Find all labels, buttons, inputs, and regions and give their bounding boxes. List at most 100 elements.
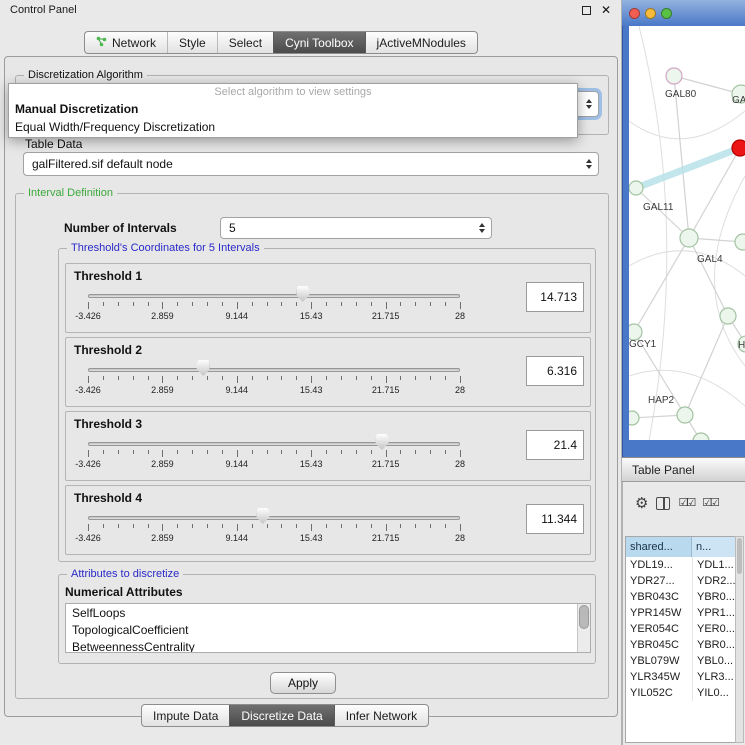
network-node[interactable] [677, 407, 693, 423]
table-row[interactable]: YIL052CYIL0... [626, 685, 736, 701]
list-item[interactable]: BetweennessCentrality [66, 639, 577, 653]
threshold-4-slider[interactable]: -3.4262.8599.14415.4321.71528 [88, 508, 460, 554]
slider-tick [400, 302, 401, 306]
dropdown-option-equal-width-frequency[interactable]: Equal Width/Frequency Discretization [9, 118, 577, 136]
table-row[interactable]: YBR043CYBR0... [626, 589, 736, 605]
list-item[interactable]: TopologicalCoefficient [66, 622, 577, 639]
network-node[interactable] [732, 140, 745, 156]
select-functions-icon[interactable]: ☑☑ [702, 498, 718, 509]
slider-tick [356, 302, 357, 306]
table-cell[interactable]: YPR145W [626, 605, 692, 621]
table-row[interactable]: YDR27...YDR2... [626, 573, 736, 589]
table-cell[interactable]: YBL079W [626, 653, 692, 669]
minimize-traffic-light[interactable] [645, 8, 656, 19]
tab-style[interactable]: Style [167, 32, 217, 53]
slider-thumb[interactable] [256, 508, 269, 524]
group-title: Attributes to discretize [67, 568, 183, 581]
network-edge[interactable] [689, 238, 728, 316]
table-cell[interactable]: YBR0... [692, 637, 736, 653]
network-node[interactable] [629, 324, 642, 340]
network-canvas[interactable]: GAL80GAGAL11GAL4GCY1HAP2H [629, 26, 745, 440]
slider-tick [400, 524, 401, 528]
table-cell[interactable]: YBR043C [626, 589, 692, 605]
group-title: Discretization Algorithm [24, 69, 147, 82]
select-columns-icon[interactable]: ☑☑ [678, 498, 694, 509]
dropdown-option-manual-discretization[interactable]: Manual Discretization [9, 100, 577, 118]
list-item[interactable]: SelfLoops [66, 605, 577, 622]
network-node[interactable] [680, 229, 698, 247]
close-traffic-light[interactable] [629, 8, 640, 19]
slider-tick-label: -3.426 [75, 311, 101, 321]
apply-button[interactable]: Apply [270, 672, 336, 694]
close-icon[interactable]: ✕ [601, 4, 611, 16]
table-row[interactable]: YPR145WYPR1... [626, 605, 736, 621]
network-edge[interactable] [636, 188, 689, 238]
column-header-name[interactable]: n... [692, 537, 736, 557]
number-of-intervals-combobox[interactable]: 5 [220, 217, 492, 239]
table-cell[interactable]: YER0... [692, 621, 736, 637]
control-panel-content: Discretization Algorithm Table Data galF… [4, 56, 618, 717]
threshold-label: Threshold 3 [74, 417, 142, 431]
tab-jactivemnodules[interactable]: jActiveMNodules [365, 32, 477, 53]
threshold-value-field[interactable]: 6.316 [526, 356, 584, 386]
tab-select[interactable]: Select [217, 32, 273, 53]
table-cell[interactable]: YIL052C [626, 685, 692, 701]
zoom-traffic-light[interactable] [661, 8, 672, 19]
network-edge[interactable] [634, 238, 689, 332]
scrollbar-thumb[interactable] [737, 538, 742, 574]
tab-discretize-data[interactable]: Discretize Data [229, 705, 333, 726]
slider-thumb[interactable] [296, 286, 309, 302]
columns-icon[interactable] [656, 497, 670, 510]
tab-cyni-toolbox[interactable]: Cyni Toolbox [273, 32, 364, 53]
tab-impute-data[interactable]: Impute Data [142, 705, 229, 726]
list-scrollbar[interactable] [577, 604, 590, 652]
slider-tick [460, 450, 461, 457]
table-cell[interactable]: YDL19... [626, 557, 692, 573]
network-edge[interactable] [636, 148, 740, 188]
table-row[interactable]: YER054CYER0... [626, 621, 736, 637]
slider-thumb[interactable] [197, 360, 210, 376]
table-scrollbar[interactable] [735, 536, 744, 743]
threshold-2-slider[interactable]: -3.4262.8599.14415.4321.71528 [88, 360, 460, 406]
slider-tick [88, 376, 89, 383]
table-cell[interactable]: YBR045C [626, 637, 692, 653]
table-cell[interactable]: YPR1... [692, 605, 736, 621]
network-edge[interactable] [685, 316, 728, 415]
threshold-value-field[interactable]: 21.4 [526, 430, 584, 460]
slider-thumb[interactable] [375, 434, 388, 450]
table-row[interactable]: YBR045CYBR0... [626, 637, 736, 653]
table-cell[interactable]: YIL0... [692, 685, 736, 701]
table-cell[interactable]: YLR3... [692, 669, 736, 685]
network-node[interactable] [629, 411, 639, 425]
tab-network[interactable]: Network [85, 32, 167, 53]
network-node[interactable] [693, 433, 709, 440]
float-window-icon[interactable] [582, 6, 591, 15]
column-header-shared[interactable]: shared... [626, 537, 692, 557]
table-row[interactable]: YBL079WYBL0... [626, 653, 736, 669]
threshold-value-field[interactable]: 14.713 [526, 282, 584, 312]
table-cell[interactable]: YBL0... [692, 653, 736, 669]
slider-tick [430, 302, 431, 306]
network-node[interactable] [720, 308, 736, 324]
numerical-attributes-label: Numerical Attributes [65, 585, 183, 599]
table-cell[interactable]: YDR2... [692, 573, 736, 589]
gear-icon[interactable]: ⚙ [635, 496, 648, 511]
table-data-combobox[interactable]: galFiltered.sif default node [23, 152, 599, 176]
network-node[interactable] [735, 234, 745, 250]
table-cell[interactable]: YBR0... [692, 589, 736, 605]
table-cell[interactable]: YER054C [626, 621, 692, 637]
table-cell[interactable]: YDR27... [626, 573, 692, 589]
table-cell[interactable]: YLR345W [626, 669, 692, 685]
slider-tick [192, 302, 193, 306]
table-cell[interactable]: YDL1... [692, 557, 736, 573]
network-node[interactable] [666, 68, 682, 84]
table-row[interactable]: YLR345WYLR3... [626, 669, 736, 685]
table-row[interactable]: YDL19...YDL1... [626, 557, 736, 573]
threshold-1-slider[interactable]: -3.4262.8599.14415.4321.71528 [88, 286, 460, 332]
tab-infer-network[interactable]: Infer Network [334, 705, 428, 726]
network-edge[interactable] [674, 76, 689, 238]
scrollbar-thumb[interactable] [579, 605, 589, 629]
threshold-3-slider[interactable]: -3.4262.8599.14415.4321.71528 [88, 434, 460, 480]
network-node[interactable] [629, 181, 643, 195]
threshold-value-field[interactable]: 11.344 [526, 504, 584, 534]
